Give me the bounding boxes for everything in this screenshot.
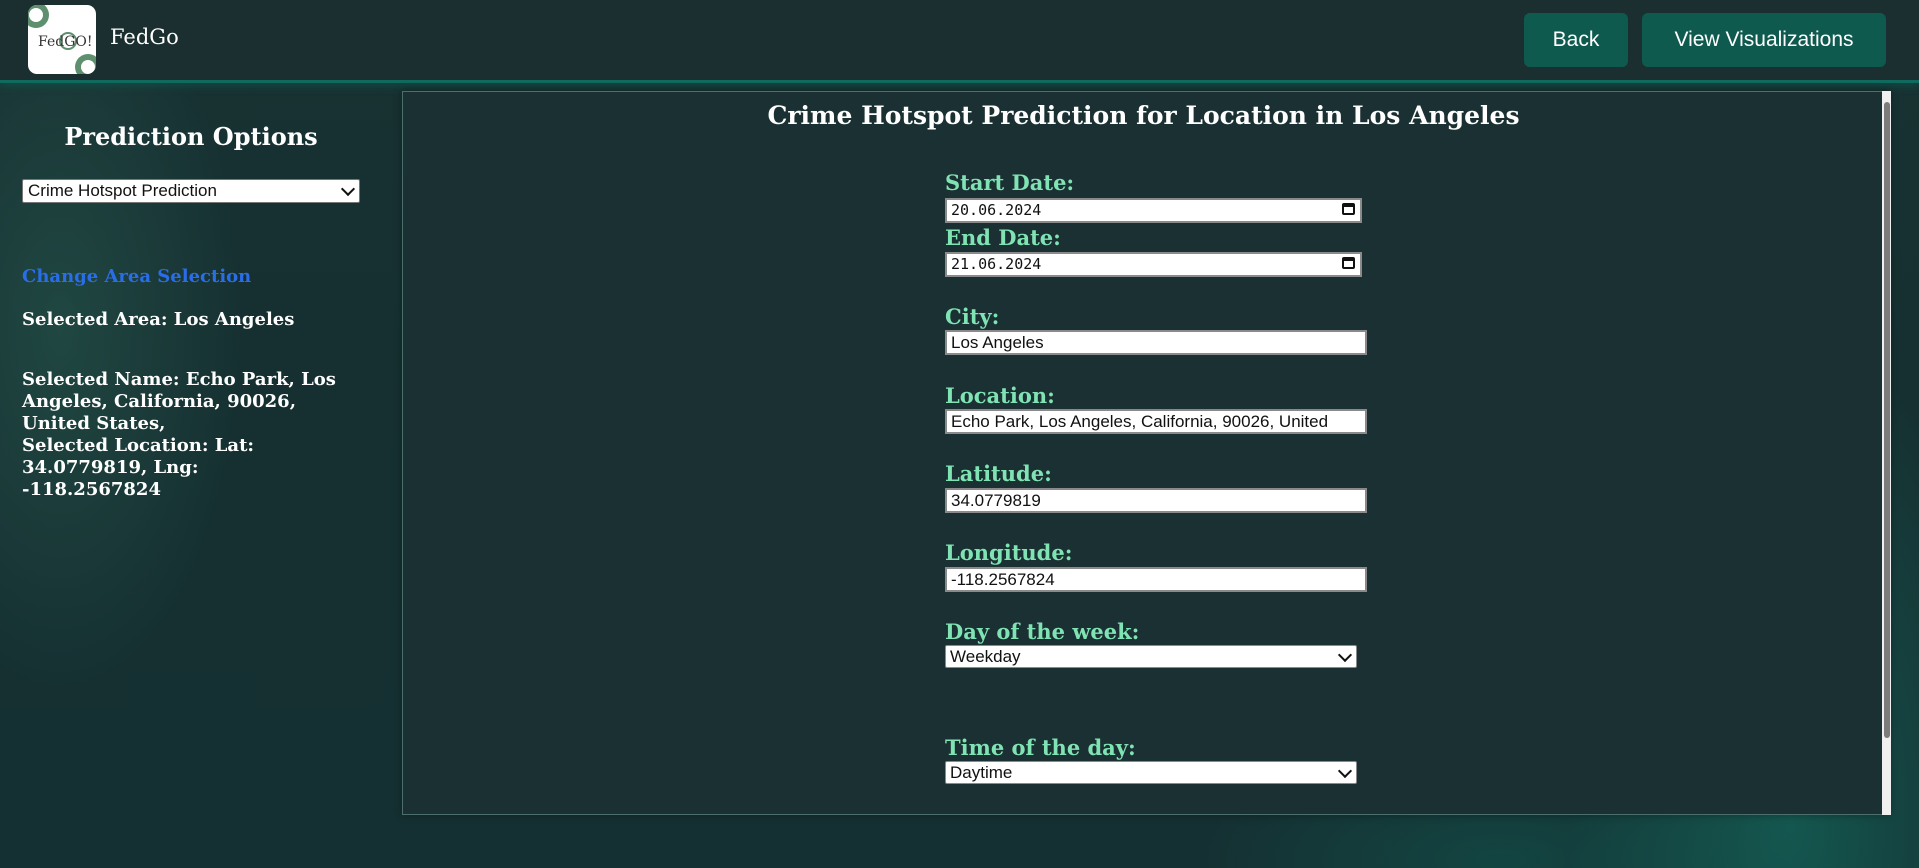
calendar-icon[interactable] [1342, 203, 1355, 215]
page-title: Crime Hotspot Prediction for Location in… [767, 101, 1520, 130]
latitude-label: Latitude: [945, 461, 1052, 486]
selected-coordinates: Selected Location: Lat: 34.0779819, Lng:… [22, 435, 255, 500]
view-visualizations-button[interactable]: View Visualizations [1642, 13, 1886, 67]
logo-text: FedGO! [38, 34, 92, 50]
start-date-input[interactable]: 20.06.2024 [945, 198, 1362, 223]
longitude-label: Longitude: [945, 540, 1073, 565]
sidebar-title: Prediction Options [64, 122, 318, 151]
longitude-input[interactable]: -118.2567824 [945, 567, 1367, 592]
change-area-link[interactable]: Change Area Selection [22, 266, 251, 287]
day-of-week-label: Day of the week: [945, 619, 1140, 644]
time-of-day-label: Time of the day: [945, 735, 1136, 760]
end-date-label: End Date: [945, 225, 1061, 250]
selected-name: Selected Name: Echo Park, Los Angeles, C… [22, 369, 336, 434]
brand-name: FedGo [110, 25, 179, 49]
city-input[interactable]: Los Angeles [945, 330, 1367, 355]
chevron-down-icon [1337, 763, 1353, 779]
logo-graphic: FedGO! [28, 5, 96, 74]
selected-location-info: Selected Name: Echo Park, Los Angeles, C… [22, 369, 342, 501]
prediction-type-value: Crime Hotspot Prediction [28, 181, 217, 200]
calendar-icon[interactable] [1342, 257, 1355, 269]
start-date-value: 20.06.2024 [951, 201, 1042, 219]
location-label: Location: [945, 383, 1055, 408]
day-of-week-value: Weekday [950, 647, 1021, 666]
prediction-type-select[interactable]: Crime Hotspot Prediction [22, 179, 360, 203]
top-bar: FedGO! FedGo Back View Visualizations [0, 0, 1919, 83]
selected-area: Selected Area: Los Angeles [22, 309, 295, 330]
latitude-input[interactable]: 34.0779819 [945, 488, 1367, 513]
end-date-input[interactable]: 21.06.2024 [945, 252, 1362, 277]
location-input[interactable]: Echo Park, Los Angeles, California, 9002… [945, 409, 1367, 434]
time-of-day-value: Daytime [950, 763, 1013, 782]
back-button[interactable]: Back [1524, 13, 1628, 67]
time-of-day-select[interactable]: Daytime [945, 761, 1357, 784]
fedgo-logo[interactable]: FedGO! [28, 5, 96, 74]
scrollbar-thumb[interactable] [1884, 102, 1890, 738]
city-label: City: [945, 304, 1000, 329]
start-date-label: Start Date: [945, 170, 1075, 195]
day-of-week-select[interactable]: Weekday [945, 645, 1357, 668]
end-date-value: 21.06.2024 [951, 255, 1042, 273]
chevron-down-icon [1337, 647, 1353, 663]
chevron-down-icon [340, 181, 356, 197]
